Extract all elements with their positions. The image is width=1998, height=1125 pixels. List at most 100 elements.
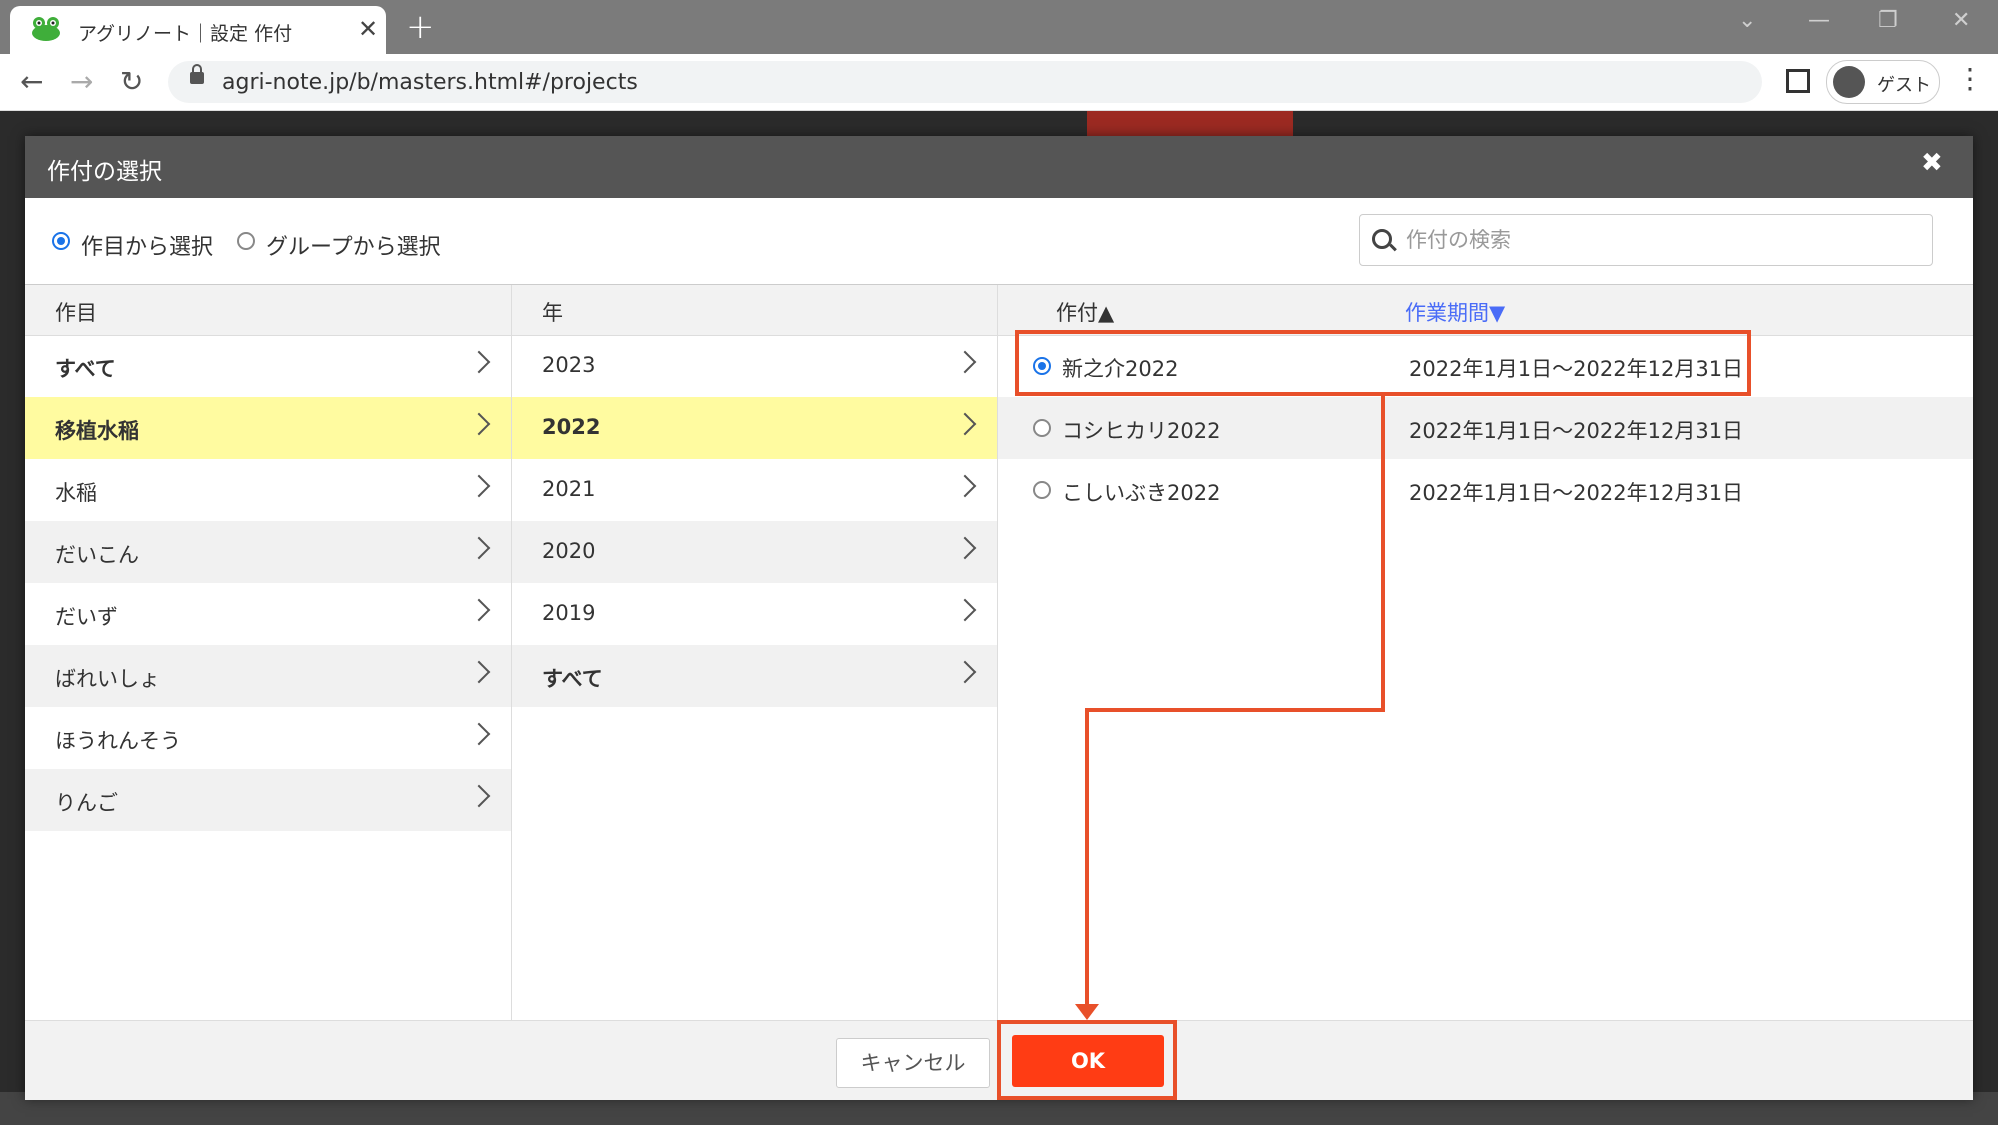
year-item-label: 2023 bbox=[542, 353, 596, 377]
profile-button[interactable]: ゲスト bbox=[1826, 60, 1940, 104]
minimize-icon[interactable]: — bbox=[1808, 8, 1830, 33]
window-close-icon[interactable]: ✕ bbox=[1952, 8, 1970, 33]
lock-icon bbox=[190, 64, 204, 84]
search-input[interactable] bbox=[1404, 223, 1918, 257]
forward-icon[interactable]: → bbox=[70, 62, 93, 102]
crop-item-label: ばれいしょ bbox=[55, 667, 160, 691]
profile-label: ゲスト bbox=[1877, 75, 1931, 96]
project-radio[interactable] bbox=[1033, 481, 1051, 499]
annotation-arrowhead bbox=[1075, 1004, 1099, 1020]
year-item-label: 2019 bbox=[542, 601, 596, 625]
crop-item[interactable]: りんご bbox=[25, 769, 511, 831]
year-item[interactable]: 2021 bbox=[512, 459, 997, 521]
project-search[interactable] bbox=[1359, 214, 1933, 266]
mode-radio-group[interactable] bbox=[237, 232, 255, 250]
year-item-label: 2021 bbox=[542, 477, 596, 501]
year-item[interactable]: すべて bbox=[512, 645, 997, 707]
year-column: 年 2023 2022 2021 2020 2019 すべて bbox=[512, 285, 998, 1021]
project-radio[interactable] bbox=[1033, 419, 1051, 437]
side-panel-icon[interactable] bbox=[1786, 69, 1810, 93]
project-row[interactable]: コシヒカリ2022 2022年1月1日～2022年12月31日 bbox=[998, 397, 1973, 459]
crop-column: 作目 すべて 移植水稲 水稲 だいこん だいず ばれいしょ ほうれんそう りんご bbox=[25, 285, 512, 1021]
annotation-connector bbox=[1381, 394, 1385, 712]
year-item-label: 2020 bbox=[542, 539, 596, 563]
chevron-right-icon bbox=[953, 350, 977, 374]
mode-radio-crop[interactable] bbox=[52, 232, 70, 250]
cancel-button[interactable]: キャンセル bbox=[836, 1038, 990, 1088]
dialog-header: 作付の選択 ✖ bbox=[25, 136, 1973, 198]
mode-label-crop[interactable]: 作目から選択 bbox=[81, 229, 213, 261]
browser-tab[interactable]: アグリノート｜設定 作付 ✕ bbox=[10, 6, 386, 54]
year-item-label: すべて bbox=[542, 667, 603, 691]
crop-item[interactable]: ほうれんそう bbox=[25, 707, 511, 769]
chevron-right-icon bbox=[953, 412, 977, 436]
project-period: 2022年1月1日～2022年12月31日 bbox=[1409, 419, 1744, 443]
chevron-right-icon bbox=[953, 660, 977, 684]
crop-item-label: だいず bbox=[55, 605, 118, 629]
menu-dots-icon[interactable]: ⋮ bbox=[1956, 64, 1984, 94]
project-name: こしいぶき2022 bbox=[1062, 481, 1221, 505]
chevron-right-icon bbox=[953, 474, 977, 498]
project-column-header: 作付▲ 作業期間▼ bbox=[998, 285, 1973, 336]
year-item[interactable]: 2023 bbox=[512, 335, 997, 397]
dialog-close-icon[interactable]: ✖ bbox=[1921, 148, 1943, 178]
chevron-right-icon bbox=[467, 412, 491, 436]
crop-header-label: 作目 bbox=[55, 301, 97, 325]
crop-item-label: りんご bbox=[55, 791, 118, 815]
new-tab-button[interactable]: + bbox=[406, 8, 435, 46]
crop-item[interactable]: ばれいしょ bbox=[25, 645, 511, 707]
tab-search-icon[interactable]: ⌄ bbox=[1738, 8, 1756, 33]
crop-item[interactable]: だいず bbox=[25, 583, 511, 645]
project-name-sort-header[interactable]: 作付▲ bbox=[1056, 297, 1114, 327]
chevron-right-icon bbox=[467, 474, 491, 498]
crop-item[interactable]: だいこん bbox=[25, 521, 511, 583]
crop-item[interactable]: 水稲 bbox=[25, 459, 511, 521]
browser-toolbar: ← → ↻ agri-note.jp/b/masters.html#/proje… bbox=[0, 54, 1998, 111]
year-item[interactable]: 2022 bbox=[512, 397, 997, 459]
avatar-icon bbox=[1833, 66, 1865, 98]
crop-item[interactable]: すべて bbox=[25, 335, 511, 397]
chevron-right-icon bbox=[953, 536, 977, 560]
year-header-label: 年 bbox=[542, 301, 563, 325]
crop-item-label: ほうれんそう bbox=[55, 729, 181, 753]
year-column-header: 年 bbox=[512, 285, 997, 336]
restore-icon[interactable]: ❐ bbox=[1878, 8, 1898, 33]
reload-icon[interactable]: ↻ bbox=[120, 62, 143, 102]
search-icon bbox=[1372, 229, 1392, 249]
annotation-highlight-row bbox=[1015, 330, 1751, 396]
year-item[interactable]: 2019 bbox=[512, 583, 997, 645]
annotation-connector bbox=[1085, 708, 1385, 712]
chevron-right-icon bbox=[467, 660, 491, 684]
project-row[interactable]: こしいぶき2022 2022年1月1日～2022年12月31日 bbox=[998, 459, 1973, 521]
url-text: agri-note.jp/b/masters.html#/projects bbox=[222, 70, 638, 95]
dialog-title: 作付の選択 bbox=[47, 159, 162, 185]
crop-item-label: すべて bbox=[55, 357, 116, 381]
project-name: コシヒカリ2022 bbox=[1062, 419, 1221, 443]
project-period: 2022年1月1日～2022年12月31日 bbox=[1409, 481, 1744, 505]
page-header-highlight bbox=[1087, 111, 1293, 137]
year-item[interactable]: 2020 bbox=[512, 521, 997, 583]
project-select-dialog: 作付の選択 ✖ 作目から選択 グループから選択 作目 すべて 移植水稲 水稲 だ… bbox=[25, 136, 1973, 1100]
crop-item-label: だいこん bbox=[55, 543, 139, 567]
annotation-highlight-ok bbox=[997, 1020, 1177, 1100]
address-bar[interactable]: agri-note.jp/b/masters.html#/projects bbox=[168, 61, 1762, 103]
tab-strip: アグリノート｜設定 作付 ✕ + ⌄ — ❐ ✕ bbox=[0, 0, 1998, 54]
back-icon[interactable]: ← bbox=[20, 62, 43, 102]
mode-label-group[interactable]: グループから選択 bbox=[266, 229, 441, 261]
frog-logo-icon bbox=[32, 17, 60, 41]
crop-item[interactable]: 移植水稲 bbox=[25, 397, 511, 459]
chevron-right-icon bbox=[467, 536, 491, 560]
crop-column-header: 作目 bbox=[25, 285, 511, 336]
chevron-right-icon bbox=[467, 598, 491, 622]
chevron-right-icon bbox=[953, 598, 977, 622]
crop-item-label: 水稲 bbox=[55, 481, 97, 505]
chevron-right-icon bbox=[467, 350, 491, 374]
year-item-label: 2022 bbox=[542, 415, 601, 439]
tab-title: アグリノート｜設定 作付 bbox=[78, 23, 293, 45]
annotation-connector bbox=[1085, 708, 1089, 1008]
crop-item-label: 移植水稲 bbox=[55, 419, 139, 443]
period-sort-header[interactable]: 作業期間▼ bbox=[1405, 297, 1505, 327]
tab-close-icon[interactable]: ✕ bbox=[358, 16, 378, 42]
chevron-right-icon bbox=[467, 784, 491, 808]
chevron-right-icon bbox=[467, 722, 491, 746]
